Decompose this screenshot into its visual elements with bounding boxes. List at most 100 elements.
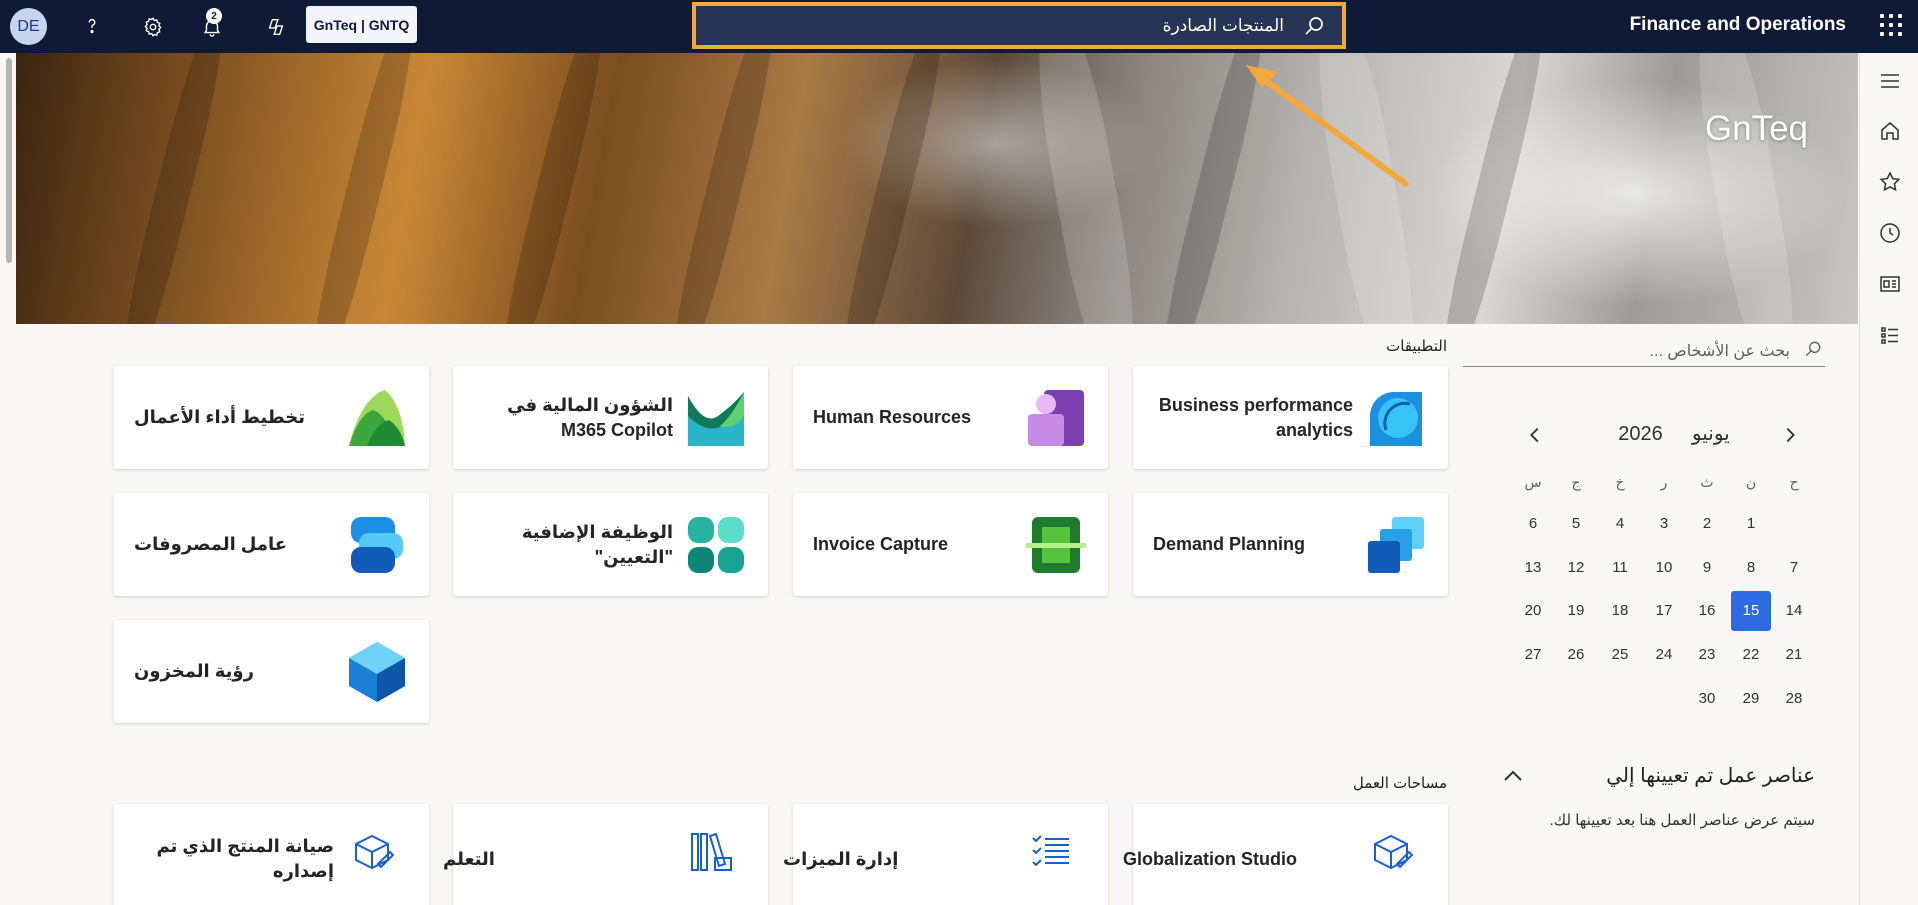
calendar-day[interactable]: 24	[1644, 635, 1684, 675]
copilot-icon[interactable]	[260, 11, 292, 43]
workspaces-heading: مساحات العمل	[1352, 775, 1447, 792]
apps-heading: التطبيقات	[1386, 338, 1447, 355]
tile-label: الشؤون المالية في M365 Copilot	[507, 394, 673, 440]
company-selector[interactable]: GnTeq | GNTQ	[306, 6, 417, 43]
workspace-tile-globalization-studio[interactable]: Globalization Studio	[1123, 804, 1448, 905]
calendar-day[interactable]: 23	[1687, 635, 1727, 675]
workspace-tile-released-product-maintenance[interactable]: صيانة المنتج الذي تم إصداره	[114, 804, 429, 905]
calendar-previous-month-chevron-icon[interactable]	[1524, 424, 1546, 446]
calendar-day[interactable]: 1	[1731, 504, 1771, 544]
search-icon	[1805, 341, 1821, 357]
work-items-empty-message: سيتم عرض عناصر العمل هنا بعد تعيينها لك.	[1549, 812, 1815, 829]
app-tile-business-performance-analytics[interactable]: Business performance analytics	[1133, 366, 1448, 469]
navigation-rail	[1859, 53, 1918, 905]
calendar-day[interactable]: 28	[1774, 679, 1814, 719]
workspace-tile-learning[interactable]: التعلم	[443, 804, 768, 905]
calendar-day[interactable]: 25	[1600, 635, 1640, 675]
globalization-studio-icon	[1374, 834, 1413, 870]
home-icon[interactable]	[1878, 119, 1902, 143]
calendar-month-year: يونيو 2026	[1600, 421, 1748, 446]
help-icon[interactable]	[76, 11, 108, 43]
company-banner: GnTeq	[16, 53, 1858, 324]
calendar-day[interactable]: 26	[1556, 635, 1596, 675]
hamburger-menu-icon[interactable]	[1878, 69, 1902, 93]
calendar-day[interactable]: 13	[1513, 548, 1553, 588]
calendar-weekday: ج	[1571, 474, 1581, 490]
people-search-input[interactable]: بحث عن الأشخاص ...	[1463, 333, 1825, 367]
tile-label: عامل المصروفات	[134, 534, 288, 554]
calendar-weekday: ر	[1660, 474, 1668, 490]
tile-label: الوظيفة الإضافية "التعيين"	[521, 521, 673, 567]
app-tile-inventory-visibility[interactable]: رؤية المخزون	[114, 620, 429, 723]
calendar-year: 2026	[1618, 423, 1663, 445]
workspace-tile-feature-management[interactable]: إدارة الميزات	[783, 804, 1108, 905]
calendar-day-selected[interactable]: 15	[1731, 591, 1771, 632]
calendar-day[interactable]: 21	[1774, 635, 1814, 675]
tile-label: رؤية المخزون	[134, 661, 254, 681]
calendar-day[interactable]: 27	[1513, 635, 1553, 675]
calendar-month: يونيو	[1691, 423, 1730, 445]
calendar-day[interactable]: 18	[1600, 591, 1640, 631]
assignment-addin-icon	[688, 517, 744, 573]
work-items-title: عناصر عمل تم تعيينها إلي	[1606, 765, 1815, 787]
calendar-day[interactable]: 30	[1687, 679, 1727, 719]
tile-label: Globalization Studio	[1123, 848, 1297, 869]
calendar-day[interactable]: 6	[1513, 504, 1553, 544]
global-search-input[interactable]: المنتجات الصادرة	[692, 2, 1346, 49]
calendar-day[interactable]: 22	[1731, 635, 1771, 675]
tile-label: Invoice Capture	[813, 534, 949, 554]
calendar-day[interactable]: 11	[1600, 548, 1640, 588]
calendar-weekday: س	[1524, 474, 1542, 490]
calendar-weekday: ح	[1789, 474, 1799, 490]
tile-label: Business performance analytics	[1158, 394, 1353, 440]
tile-label: تخطيط أداء الأعمال	[134, 407, 305, 427]
calendar-day[interactable]: 16	[1687, 591, 1727, 631]
app-tile-invoice-capture[interactable]: Invoice Capture	[793, 493, 1108, 596]
collapse-chevron-up-icon[interactable]	[1500, 765, 1526, 787]
page-scrollbar[interactable]	[6, 58, 12, 263]
released-product-maintenance-icon	[355, 834, 394, 870]
demand-planning-icon	[1368, 517, 1424, 573]
app-tile-m365-copilot-finance[interactable]: الشؤون المالية في M365 Copilot	[453, 366, 768, 469]
calendar-day[interactable]: 2	[1687, 504, 1727, 544]
calendar-day[interactable]: 20	[1513, 591, 1553, 631]
m365-copilot-finance-icon	[688, 392, 744, 446]
notifications-bell-icon[interactable]: 2	[196, 8, 228, 43]
calendar-day[interactable]: 9	[1687, 548, 1727, 588]
calendar-day[interactable]: 19	[1556, 591, 1596, 631]
app-tile-assignment-addin[interactable]: الوظيفة الإضافية "التعيين"	[453, 493, 768, 596]
calendar-day[interactable]: 10	[1644, 548, 1684, 588]
calendar-day[interactable]: 12	[1556, 548, 1596, 588]
inventory-visibility-icon	[349, 642, 405, 702]
business-performance-analytics-icon	[1370, 392, 1422, 446]
calendar-day[interactable]: 14	[1774, 591, 1814, 631]
calendar-day[interactable]: 3	[1644, 504, 1684, 544]
calendar-day[interactable]: 8	[1731, 548, 1771, 588]
favorites-star-icon[interactable]	[1878, 170, 1902, 194]
app-tile-business-performance-planning[interactable]: تخطيط أداء الأعمال	[114, 366, 429, 469]
user-avatar[interactable]: DE	[10, 8, 47, 45]
calendar-day[interactable]: 4	[1600, 504, 1640, 544]
calendar-day[interactable]: 7	[1774, 548, 1814, 588]
recent-clock-icon[interactable]	[1878, 221, 1902, 245]
app-tile-demand-planning[interactable]: Demand Planning	[1133, 493, 1448, 596]
modules-list-icon[interactable]	[1878, 323, 1902, 347]
notification-count-badge: 2	[206, 8, 222, 24]
calendar-day[interactable]: 29	[1731, 679, 1771, 719]
tile-label: التعلم	[443, 848, 495, 869]
app-launcher-waffle-icon[interactable]	[1880, 14, 1902, 36]
learning-icon	[691, 832, 732, 871]
tile-label: Demand Planning	[1153, 534, 1306, 554]
tile-label: صيانة المنتج الذي تم إصداره	[156, 836, 334, 881]
app-tile-expense-agent[interactable]: عامل المصروفات	[114, 493, 429, 596]
workspaces-icon[interactable]	[1878, 272, 1902, 296]
banner-title: GnTeq	[1704, 109, 1808, 148]
calendar-weekday: خ	[1615, 474, 1625, 490]
calendar-day[interactable]: 5	[1556, 504, 1596, 544]
calendar-day[interactable]: 17	[1644, 591, 1684, 631]
app-tile-human-resources[interactable]: Human Resources	[793, 366, 1108, 469]
search-value: المنتجات الصادرة	[1162, 16, 1284, 35]
settings-gear-icon[interactable]	[137, 11, 169, 43]
calendar-next-month-chevron-icon[interactable]	[1779, 424, 1801, 446]
people-search-placeholder: بحث عن الأشخاص ...	[1649, 343, 1790, 360]
